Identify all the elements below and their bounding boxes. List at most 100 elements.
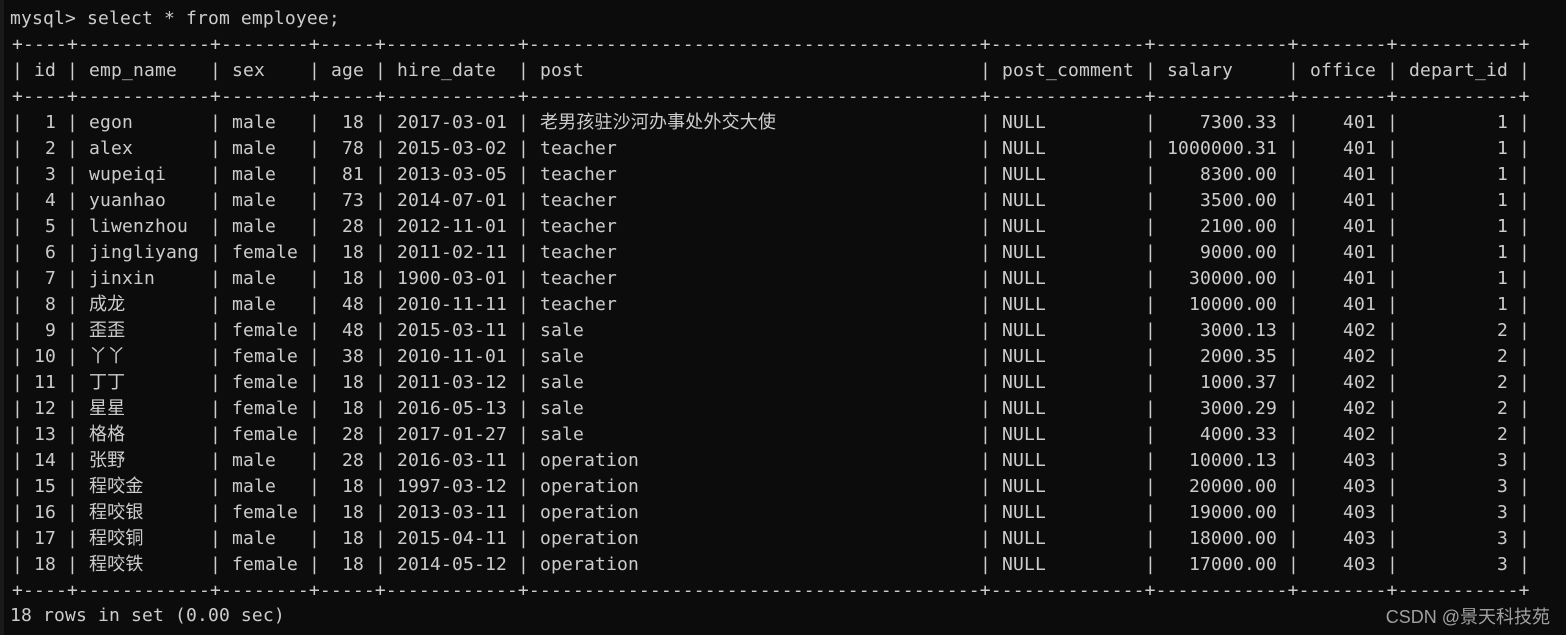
- table-row: | 2 | alex | male | 78 | 2015-03-02 | teacher | NULL |…: [0, 136, 1566, 162]
- cell-post: sale: [540, 346, 584, 367]
- cell-salary: 7300.33: [1200, 112, 1277, 133]
- column-separator: |: [1519, 372, 1530, 393]
- table-row: | 18 | 程咬铁 | female | 18 | 2014-05-12 | operation | N…: [0, 552, 1566, 578]
- column-separator: |: [12, 112, 23, 133]
- cell-age: 28: [342, 424, 364, 445]
- column-separator: |: [1145, 476, 1156, 497]
- column-separator: |: [1519, 528, 1530, 549]
- column-separator: |: [309, 372, 320, 393]
- column-separator: |: [1387, 476, 1398, 497]
- cell-hire-date: 2010-11-01: [397, 346, 507, 367]
- cell-salary: 1000.37: [1200, 372, 1277, 393]
- header-post-comment: post_comment: [1002, 60, 1134, 81]
- cell-office: 401: [1343, 190, 1376, 211]
- column-separator: |: [518, 346, 529, 367]
- command-prompt: mysql> select * from employee;: [10, 8, 340, 29]
- cell-depart-id: 2: [1497, 424, 1508, 445]
- cell-emp-name: 程咬金: [89, 476, 144, 497]
- column-separator: |: [1288, 112, 1299, 133]
- column-separator: |: [309, 112, 320, 133]
- cell-post: teacher: [540, 164, 617, 185]
- cell-office: 403: [1343, 476, 1376, 497]
- table-row: | 15 | 程咬金 | male | 18 | 1997-03-12 | operation | NUL…: [0, 474, 1566, 500]
- cell-depart-id: 3: [1497, 476, 1508, 497]
- cell-sex: male: [232, 190, 276, 211]
- column-separator: |: [1288, 372, 1299, 393]
- cell-hire-date: 2012-11-01: [397, 216, 507, 237]
- cell-post: teacher: [540, 268, 617, 289]
- column-separator: |: [309, 164, 320, 185]
- cell-sex: male: [232, 138, 276, 159]
- column-separator: |: [12, 60, 23, 81]
- cell-emp-name: 丁丁: [89, 372, 126, 393]
- cell-post-comment: NULL: [1002, 216, 1046, 237]
- cell-age: 73: [342, 190, 364, 211]
- cell-hire-date: 2015-03-11: [397, 320, 507, 341]
- column-separator: |: [518, 372, 529, 393]
- cell-salary: 10000.00: [1189, 294, 1277, 315]
- cell-id: 16: [34, 502, 56, 523]
- header-age: age: [331, 60, 364, 81]
- column-separator: |: [309, 502, 320, 523]
- cell-id: 1: [45, 112, 56, 133]
- column-separator: |: [1387, 112, 1398, 133]
- column-separator: |: [12, 372, 23, 393]
- column-separator: |: [375, 138, 386, 159]
- column-separator: |: [1288, 242, 1299, 263]
- cell-id: 3: [45, 164, 56, 185]
- column-separator: |: [12, 138, 23, 159]
- column-separator: |: [980, 138, 991, 159]
- column-separator: |: [518, 320, 529, 341]
- column-separator: |: [375, 112, 386, 133]
- cell-sex: female: [232, 346, 298, 367]
- column-separator: |: [1519, 164, 1530, 185]
- column-separator: |: [1288, 398, 1299, 419]
- cell-post-comment: NULL: [1002, 502, 1046, 523]
- cell-post-comment: NULL: [1002, 372, 1046, 393]
- column-separator: |: [12, 502, 23, 523]
- cell-sex: female: [232, 424, 298, 445]
- cell-post: teacher: [540, 242, 617, 263]
- table-row: | 4 | yuanhao | male | 73 | 2014-07-01 | teacher | NU…: [0, 188, 1566, 214]
- column-separator: |: [1145, 450, 1156, 471]
- cell-office: 403: [1343, 554, 1376, 575]
- cell-post: operation: [540, 450, 639, 471]
- column-separator: |: [980, 268, 991, 289]
- cell-age: 18: [342, 372, 364, 393]
- column-separator: |: [1387, 372, 1398, 393]
- column-separator: |: [1519, 60, 1530, 81]
- table-border: +----+------------+--------+-----+------…: [12, 580, 1530, 601]
- cell-office: 401: [1343, 294, 1376, 315]
- column-separator: |: [518, 294, 529, 315]
- header-office: office: [1310, 60, 1376, 81]
- cell-post: teacher: [540, 216, 617, 237]
- cell-age: 18: [342, 502, 364, 523]
- column-separator: |: [210, 138, 221, 159]
- column-separator: |: [1387, 346, 1398, 367]
- cell-post: sale: [540, 372, 584, 393]
- cell-salary: 3000.29: [1200, 398, 1277, 419]
- column-separator: |: [1288, 294, 1299, 315]
- column-separator: |: [375, 320, 386, 341]
- cell-sex: male: [232, 450, 276, 471]
- column-separator: |: [1145, 554, 1156, 575]
- column-separator: |: [210, 112, 221, 133]
- column-separator: |: [309, 476, 320, 497]
- cell-id: 18: [34, 554, 56, 575]
- result-footer: 18 rows in set (0.00 sec): [10, 605, 285, 626]
- cell-salary: 19000.00: [1189, 502, 1277, 523]
- column-separator: |: [1145, 424, 1156, 445]
- column-separator: |: [375, 398, 386, 419]
- cell-hire-date: 2013-03-05: [397, 164, 507, 185]
- cell-emp-name: 星星: [89, 398, 126, 419]
- column-separator: |: [518, 554, 529, 575]
- column-separator: |: [980, 190, 991, 211]
- column-separator: |: [67, 554, 78, 575]
- cell-salary: 30000.00: [1189, 268, 1277, 289]
- cell-id: 12: [34, 398, 56, 419]
- cell-hire-date: 2014-07-01: [397, 190, 507, 211]
- cell-sex: female: [232, 554, 298, 575]
- column-separator: |: [1519, 320, 1530, 341]
- cell-id: 17: [34, 528, 56, 549]
- column-separator: |: [210, 294, 221, 315]
